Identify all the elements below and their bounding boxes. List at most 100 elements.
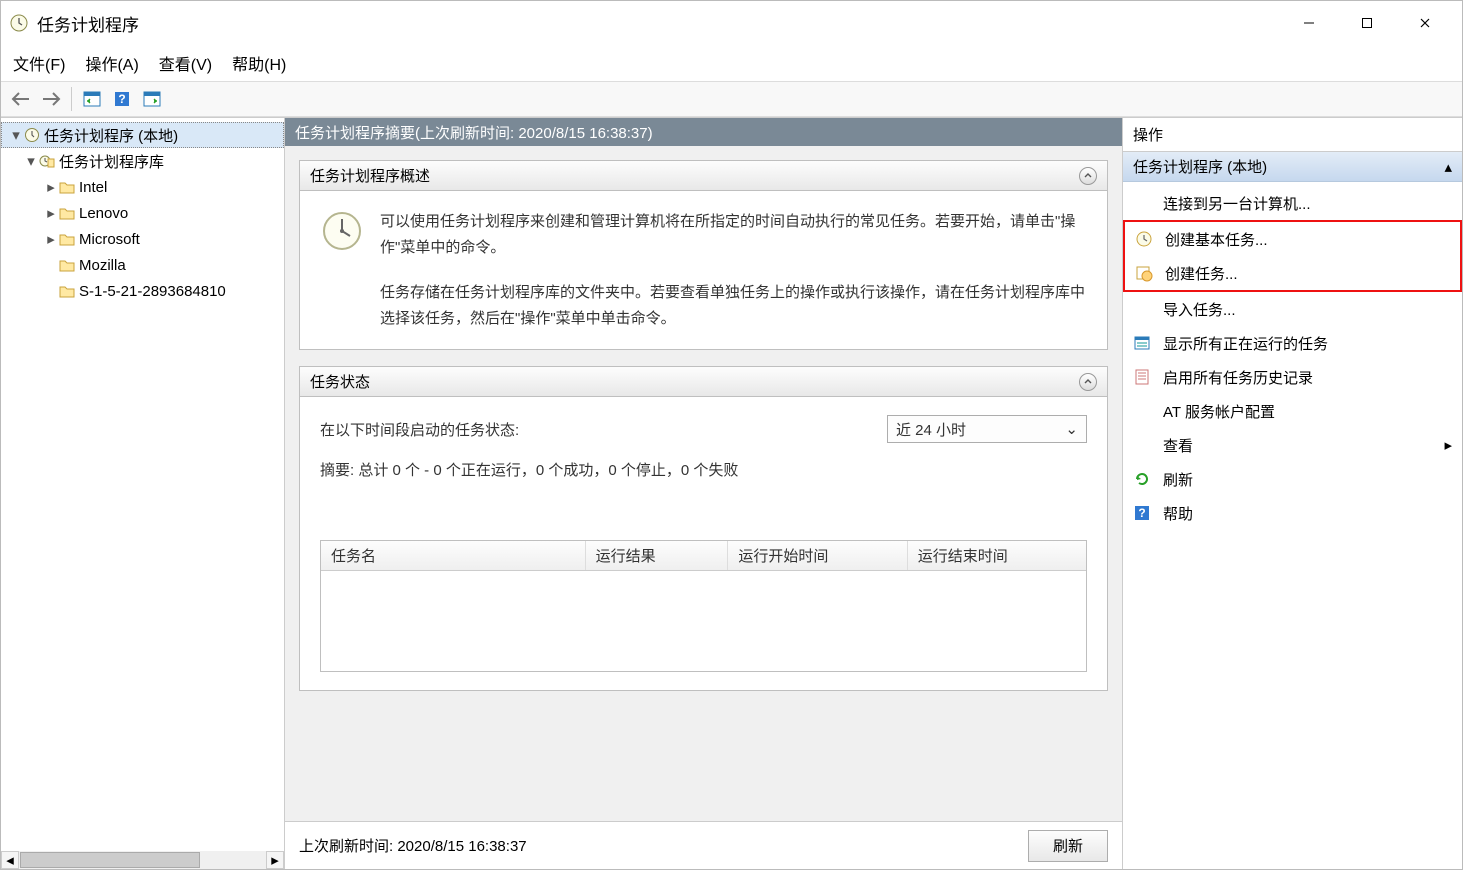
overview-group: 任务计划程序概述 可以使用任务计划程序来创建和管理计算机将在所指定的时间自动执行… bbox=[299, 160, 1108, 350]
action-label: 导入任务... bbox=[1163, 299, 1236, 320]
toolbar-panel-2-icon[interactable] bbox=[138, 85, 166, 113]
col-end[interactable]: 运行结束时间 bbox=[908, 541, 1086, 570]
menu-operate[interactable]: 操作(A) bbox=[85, 51, 138, 75]
tree-item-label: Mozilla bbox=[79, 257, 126, 274]
menu-help[interactable]: 帮助(H) bbox=[232, 51, 286, 75]
col-result[interactable]: 运行结果 bbox=[586, 541, 729, 570]
create-task-icon bbox=[1135, 264, 1153, 282]
action-view[interactable]: 查看 ▸ bbox=[1123, 428, 1462, 462]
status-body: 在以下时间段启动的任务状态: 近 24 小时 ⌄ 摘要: 总计 0 个 - 0 … bbox=[300, 397, 1107, 690]
folder-icon bbox=[59, 284, 75, 298]
chevron-right-icon[interactable]: ▸ bbox=[43, 204, 59, 222]
menu-view[interactable]: 查看(V) bbox=[159, 51, 212, 75]
window-controls bbox=[1280, 5, 1454, 41]
tree-item-label: S-1-5-21-2893684810 bbox=[79, 283, 226, 300]
action-label: 创建基本任务... bbox=[1165, 229, 1268, 250]
app-clock-icon bbox=[9, 13, 29, 33]
tree-item-sid[interactable]: S-1-5-21-2893684810 bbox=[1, 278, 284, 304]
task-table-header: 任务名 运行结果 运行开始时间 运行结束时间 bbox=[321, 541, 1086, 571]
folder-icon bbox=[59, 206, 75, 220]
overview-p2: 任务存储在任务计划程序库的文件夹中。若要查看单独任务上的操作或执行该操作，请在任… bbox=[380, 280, 1087, 331]
running-tasks-icon bbox=[1133, 334, 1151, 352]
action-create-task[interactable]: 创建任务... bbox=[1125, 256, 1460, 290]
tree-item-label: Microsoft bbox=[79, 231, 140, 248]
center-pane: 任务计划程序摘要(上次刷新时间: 2020/8/15 16:38:37) 任务计… bbox=[285, 118, 1122, 869]
period-combobox[interactable]: 近 24 小时 ⌄ bbox=[887, 415, 1087, 443]
highlighted-create-actions: 创建基本任务... 创建任务... bbox=[1123, 220, 1462, 292]
menu-file[interactable]: 文件(F) bbox=[13, 51, 65, 75]
period-value: 近 24 小时 bbox=[896, 419, 966, 440]
action-label: 帮助 bbox=[1163, 503, 1193, 524]
tree-library[interactable]: ▾ 任务计划程序库 bbox=[1, 148, 284, 174]
collapse-up-icon[interactable] bbox=[1079, 167, 1097, 185]
tree-item-mozilla[interactable]: Mozilla bbox=[1, 252, 284, 278]
blank-icon bbox=[1133, 402, 1151, 420]
summary-header-label: 任务计划程序摘要(上次刷新时间: 2020/8/15 16:38:37) bbox=[295, 122, 653, 143]
overview-p1: 可以使用任务计划程序来创建和管理计算机将在所指定的时间自动执行的常见任务。若要开… bbox=[380, 209, 1087, 260]
action-connect[interactable]: 连接到另一台计算机... bbox=[1123, 186, 1462, 220]
blank-icon bbox=[1133, 194, 1151, 212]
close-button[interactable] bbox=[1396, 5, 1454, 41]
collapse-up-icon[interactable] bbox=[1079, 373, 1097, 391]
overview-title: 任务计划程序概述 bbox=[310, 165, 430, 186]
title-bar: 任务计划程序 bbox=[1, 1, 1462, 45]
task-table-body bbox=[321, 571, 1086, 671]
center-footer: 上次刷新时间: 2020/8/15 16:38:37 刷新 bbox=[285, 821, 1122, 869]
svg-text:?: ? bbox=[118, 92, 125, 106]
tree-item-microsoft[interactable]: ▸ Microsoft bbox=[1, 226, 284, 252]
chevron-right-icon[interactable]: ▸ bbox=[43, 230, 59, 248]
collapse-up-icon[interactable]: ▴ bbox=[1444, 158, 1452, 176]
col-start[interactable]: 运行开始时间 bbox=[728, 541, 907, 570]
toolbar-panel-1-icon[interactable] bbox=[78, 85, 106, 113]
overview-group-header[interactable]: 任务计划程序概述 bbox=[300, 161, 1107, 191]
action-show-running[interactable]: 显示所有正在运行的任务 bbox=[1123, 326, 1462, 360]
toolbar-separator bbox=[71, 87, 72, 111]
action-create-basic[interactable]: 创建基本任务... bbox=[1125, 222, 1460, 256]
refresh-button[interactable]: 刷新 bbox=[1028, 830, 1108, 862]
folder-icon bbox=[59, 258, 75, 272]
maximize-button[interactable] bbox=[1338, 5, 1396, 41]
tree-horizontal-scrollbar[interactable]: ◂ ▸ bbox=[1, 851, 284, 869]
last-refresh-label: 上次刷新时间: 2020/8/15 16:38:37 bbox=[299, 835, 527, 856]
scroll-right-arrow-icon[interactable]: ▸ bbox=[266, 851, 284, 869]
toolbar-help-icon[interactable]: ? bbox=[108, 85, 136, 113]
tree-item-lenovo[interactable]: ▸ Lenovo bbox=[1, 200, 284, 226]
center-scroll[interactable]: 任务计划程序概述 可以使用任务计划程序来创建和管理计算机将在所指定的时间自动执行… bbox=[285, 146, 1122, 821]
tree-library-label: 任务计划程序库 bbox=[59, 151, 164, 172]
chevron-down-icon[interactable]: ▾ bbox=[23, 152, 39, 170]
action-import[interactable]: 导入任务... bbox=[1123, 292, 1462, 326]
blank-icon bbox=[1133, 436, 1151, 454]
minimize-button[interactable] bbox=[1280, 5, 1338, 41]
action-enable-history[interactable]: 启用所有任务历史记录 bbox=[1123, 360, 1462, 394]
back-button[interactable] bbox=[7, 85, 35, 113]
chevron-right-icon[interactable]: ▸ bbox=[43, 178, 59, 196]
chevron-down-icon: ⌄ bbox=[1065, 420, 1078, 438]
action-at-config[interactable]: AT 服务帐户配置 bbox=[1123, 394, 1462, 428]
forward-button[interactable] bbox=[37, 85, 65, 113]
tree-root[interactable]: ▾ 任务计划程序 (本地) bbox=[1, 122, 284, 148]
action-label: 创建任务... bbox=[1165, 263, 1238, 284]
status-group: 任务状态 在以下时间段启动的任务状态: 近 24 小时 ⌄ 摘要: 总计 0 个… bbox=[299, 366, 1108, 691]
action-label: AT 服务帐户配置 bbox=[1163, 401, 1275, 422]
status-period-row: 在以下时间段启动的任务状态: 近 24 小时 ⌄ bbox=[320, 415, 1087, 443]
scroll-left-arrow-icon[interactable]: ◂ bbox=[1, 851, 19, 869]
main-content: ▾ 任务计划程序 (本地) ▾ 任务计划程序库 ▸ Intel ▸ Lenovo… bbox=[1, 117, 1462, 869]
tree-item-label: Intel bbox=[79, 179, 107, 196]
chevron-down-icon[interactable]: ▾ bbox=[8, 126, 24, 144]
app-window: 任务计划程序 文件(F) 操作(A) 查看(V) 帮助(H) ? ▾ 任务计划程… bbox=[0, 0, 1463, 870]
status-group-header[interactable]: 任务状态 bbox=[300, 367, 1107, 397]
nav-tree[interactable]: ▾ 任务计划程序 (本地) ▾ 任务计划程序库 ▸ Intel ▸ Lenovo… bbox=[1, 118, 285, 869]
actions-list: 连接到另一台计算机... 创建基本任务... 创建任务... 导入任务... bbox=[1123, 182, 1462, 869]
tree-item-intel[interactable]: ▸ Intel bbox=[1, 174, 284, 200]
action-refresh[interactable]: 刷新 bbox=[1123, 462, 1462, 496]
scroll-thumb[interactable] bbox=[20, 852, 200, 868]
action-label: 显示所有正在运行的任务 bbox=[1163, 333, 1328, 354]
window-title: 任务计划程序 bbox=[37, 11, 1280, 36]
action-help[interactable]: ? 帮助 bbox=[1123, 496, 1462, 530]
toolbar: ? bbox=[1, 81, 1462, 117]
col-task-name[interactable]: 任务名 bbox=[321, 541, 586, 570]
menu-bar: 文件(F) 操作(A) 查看(V) 帮助(H) bbox=[1, 45, 1462, 81]
overview-text: 可以使用任务计划程序来创建和管理计算机将在所指定的时间自动执行的常见任务。若要开… bbox=[380, 209, 1087, 331]
actions-scope-header[interactable]: 任务计划程序 (本地) ▴ bbox=[1123, 152, 1462, 182]
actions-scope-label: 任务计划程序 (本地) bbox=[1133, 156, 1267, 177]
